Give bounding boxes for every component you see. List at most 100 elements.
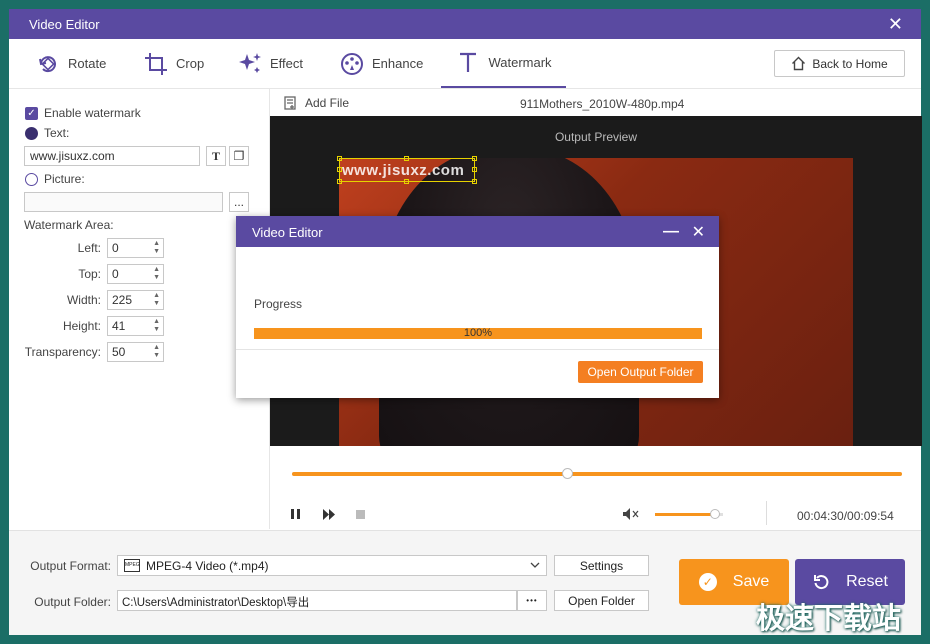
height-value: 41 — [112, 319, 126, 333]
add-file-button[interactable]: Add File — [284, 96, 349, 110]
resize-handle[interactable] — [337, 167, 342, 172]
transparency-spinbox[interactable]: 50 ▲ ▼ — [107, 342, 164, 362]
volume-slider[interactable] — [655, 509, 723, 519]
top-spinbox[interactable]: 0 ▲ ▼ — [107, 264, 164, 284]
output-preview-label: Output Preview — [554, 130, 638, 144]
window-title: Video Editor — [29, 17, 100, 32]
editor-toolbar: Rotate Crop Effect Enhance Watermark Bac… — [9, 39, 921, 89]
crop-icon — [145, 52, 167, 75]
close-icon[interactable]: ✕ — [888, 14, 903, 35]
seek-handle[interactable] — [561, 468, 573, 479]
spin-arrows-icon[interactable]: ▲ ▼ — [153, 318, 160, 334]
browse-picture-button[interactable]: ... — [229, 192, 249, 212]
pause-icon[interactable] — [290, 507, 302, 521]
volume-icon[interactable] — [622, 507, 640, 521]
top-value: 0 — [112, 267, 119, 281]
height-label: Height: — [62, 319, 101, 333]
tab-enhance[interactable]: Enhance — [339, 39, 423, 88]
top-label: Top: — [78, 267, 101, 281]
enable-watermark-row[interactable]: ✓ Enable watermark — [25, 106, 141, 120]
resize-handle[interactable] — [337, 179, 342, 184]
output-format-select[interactable]: MPEG MPEG-4 Video (*.mp4) — [117, 555, 547, 576]
resize-handle[interactable] — [472, 179, 477, 184]
effect-icon — [239, 52, 261, 73]
enable-watermark-label: Enable watermark — [44, 106, 141, 120]
picture-option-label: Picture: — [44, 172, 85, 186]
transparency-label: Transparency: — [24, 345, 101, 359]
resize-handle[interactable] — [337, 156, 342, 161]
watermark-overlay-text: www.jisuxz.com — [342, 162, 465, 179]
chevron-down-icon[interactable] — [530, 562, 540, 569]
progress-value: 100% — [463, 327, 493, 339]
copy-icon[interactable]: ❐ — [229, 146, 249, 166]
video-editor-window: Video Editor ✕ Rotate Crop Effect Enhanc… — [9, 9, 922, 635]
divider — [766, 501, 767, 525]
transparency-value: 50 — [112, 345, 126, 359]
left-label: Left: — [77, 241, 101, 255]
picture-path-input[interactable] — [24, 192, 223, 212]
spin-arrows-icon[interactable]: ▲ ▼ — [153, 344, 160, 360]
picture-radio[interactable] — [25, 172, 38, 186]
add-file-icon — [284, 96, 296, 110]
settings-button[interactable]: Settings — [554, 555, 649, 576]
output-format-label: Output Format: — [30, 559, 111, 573]
tab-crop-label: Crop — [176, 56, 205, 71]
title-bar: Video Editor ✕ — [9, 9, 921, 39]
watermark-icon — [460, 52, 477, 72]
output-folder-input[interactable]: C:\Users\Administrator\Desktop\导出 — [117, 590, 517, 611]
tab-rotate-label: Rotate — [68, 56, 107, 71]
left-value: 0 — [112, 241, 119, 255]
save-label: Save — [732, 573, 770, 590]
seek-bar-fill — [292, 472, 902, 476]
open-folder-button[interactable]: Open Folder — [554, 590, 649, 611]
output-folder-label: Output Folder: — [34, 595, 111, 609]
tab-crop[interactable]: Crop — [143, 39, 204, 88]
fast-forward-icon[interactable] — [322, 508, 336, 521]
resize-handle[interactable] — [472, 156, 477, 161]
open-output-folder-button[interactable]: Open Output Folder — [578, 361, 703, 383]
resize-handle[interactable] — [404, 156, 409, 161]
back-to-home-button[interactable]: Back to Home — [774, 50, 905, 77]
browse-folder-button[interactable]: ••• — [517, 590, 547, 611]
progress-label: Progress — [254, 297, 303, 311]
dialog-title: Video Editor — [252, 225, 323, 240]
spin-arrows-icon[interactable]: ▲ ▼ — [153, 266, 160, 282]
volume-fill — [655, 513, 715, 516]
height-spinbox[interactable]: 41 ▲ ▼ — [107, 316, 164, 336]
spin-arrows-icon[interactable]: ▲ ▼ — [153, 292, 160, 308]
text-format-button[interactable]: T — [206, 146, 226, 166]
dialog-close-icon[interactable]: ✕ — [692, 222, 705, 242]
text-option-row[interactable]: Text: — [25, 126, 69, 140]
enable-watermark-checkbox[interactable]: ✓ — [25, 106, 38, 120]
enhance-icon — [341, 52, 363, 75]
volume-handle[interactable] — [709, 509, 720, 519]
width-value: 225 — [112, 293, 133, 307]
check-icon: ✓ — [698, 573, 717, 591]
reset-icon — [814, 575, 829, 590]
watermark-area-label: Watermark Area: — [24, 218, 114, 232]
left-spinbox[interactable]: 0 ▲ ▼ — [107, 238, 164, 258]
tab-effect-label: Effect — [270, 56, 304, 71]
watermark-text-input[interactable]: www.jisuxz.com — [24, 146, 200, 166]
tab-watermark-label: Watermark — [488, 55, 552, 70]
tab-watermark[interactable]: Watermark — [441, 39, 566, 88]
file-name: 911Mothers_2010W-480p.mp4 — [520, 97, 685, 111]
minimize-icon[interactable]: — — [663, 223, 679, 241]
picture-option-row[interactable]: Picture: — [25, 172, 85, 186]
tab-rotate[interactable]: Rotate — [35, 39, 106, 88]
seek-bar[interactable] — [292, 468, 902, 479]
text-radio[interactable] — [25, 126, 38, 140]
tab-effect[interactable]: Effect — [237, 39, 303, 88]
watermark-overlay[interactable]: www.jisuxz.com — [337, 156, 477, 184]
home-icon — [792, 56, 806, 71]
divider — [236, 349, 719, 350]
width-label: Width: — [66, 293, 101, 307]
progress-dialog: Video Editor — ✕ Progress 100% Open Outp… — [236, 216, 719, 398]
resize-handle[interactable] — [472, 167, 477, 172]
width-spinbox[interactable]: 225 ▲ ▼ — [107, 290, 164, 310]
spin-arrows-icon[interactable]: ▲ ▼ — [153, 240, 160, 256]
dialog-title-bar: Video Editor — ✕ — [236, 216, 719, 247]
output-format-value: MPEG-4 Video (*.mp4) — [146, 559, 269, 573]
stop-icon[interactable] — [356, 510, 365, 519]
resize-handle[interactable] — [404, 179, 409, 184]
